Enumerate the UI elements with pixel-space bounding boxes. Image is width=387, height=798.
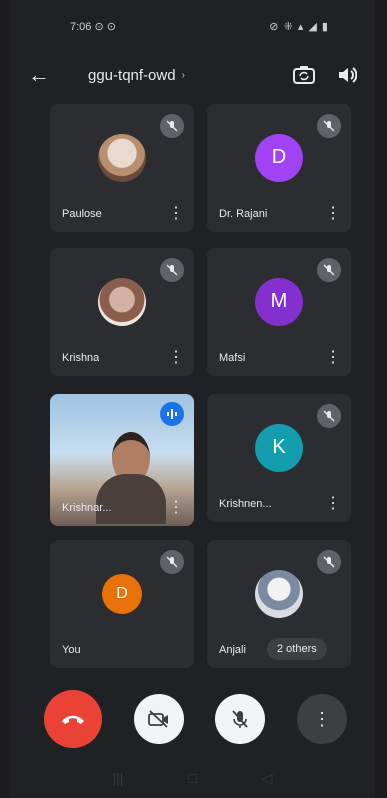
participant-name: Krishnar... — [62, 502, 112, 514]
participant-video-tile[interactable]: Krishnar... ⋮ — [50, 394, 194, 526]
mic-off-icon — [160, 550, 184, 574]
end-call-icon — [62, 715, 84, 724]
avatar — [98, 277, 146, 326]
avatar — [255, 569, 303, 618]
camera-toggle-button[interactable] — [133, 694, 184, 744]
status-icons: ⊘ ⁜ ▴ ◢ ▮ — [269, 20, 329, 33]
participant-name: Paulose — [62, 208, 102, 220]
app-bar: ← ggu-tqnf-owd › — [10, 52, 375, 98]
speaking-icon — [160, 402, 184, 426]
mic-toggle-button[interactable] — [215, 694, 266, 744]
status-bar: 7:06 ⊙ ⊙ ⊘ ⁜ ▴ ◢ ▮ — [10, 0, 375, 52]
speaker-icon[interactable] — [337, 66, 357, 84]
mic-off-icon — [317, 114, 341, 138]
avatar-initial: D — [255, 133, 303, 182]
participant-name: Anjali — [219, 644, 246, 656]
more-vert-icon[interactable]: ⋮ — [168, 500, 184, 516]
call-controls: ⋮ — [10, 686, 375, 752]
participant-name: Dr. Rajani — [219, 208, 268, 220]
participant-tile[interactable]: M Mafsi ⋮ — [207, 248, 351, 376]
participant-tile[interactable]: D Dr. Rajani ⋮ — [207, 104, 351, 232]
recent-apps-icon[interactable]: ||| — [112, 770, 123, 786]
mic-off-icon — [232, 710, 248, 728]
system-nav-bar: ||| □ ◁ — [10, 758, 375, 798]
status-time: 7:06 ⊙ ⊙ — [70, 20, 116, 33]
back-icon[interactable]: ◁ — [262, 770, 273, 787]
more-options-button[interactable]: ⋮ — [296, 694, 347, 744]
end-call-button[interactable] — [44, 690, 102, 748]
participant-tile[interactable]: K Krishnen... ⋮ — [207, 394, 351, 522]
avatar-initial: D — [102, 573, 142, 614]
self-tile[interactable]: D You — [50, 540, 194, 668]
mic-off-icon — [317, 550, 341, 574]
more-vert-icon[interactable]: ⋮ — [168, 206, 184, 222]
more-vert-icon[interactable]: ⋮ — [168, 350, 184, 366]
participant-name: Krishna — [62, 352, 100, 364]
mic-off-icon — [317, 258, 341, 282]
meeting-code-button[interactable]: ggu-tqnf-owd › — [88, 67, 185, 84]
participant-name: Krishnen... — [219, 498, 272, 510]
arrow-left-icon[interactable]: ← — [28, 62, 58, 88]
meeting-code: ggu-tqnf-owd — [88, 66, 176, 84]
avatar — [98, 133, 146, 182]
participant-tile[interactable]: Anjali 2 others — [207, 540, 351, 668]
more-vert-icon[interactable]: ⋮ — [325, 350, 341, 366]
meet-call-screen: 7:06 ⊙ ⊙ ⊘ ⁜ ▴ ◢ ▮ ← ggu-tqnf-owd › Paul… — [10, 0, 375, 798]
participant-tile[interactable]: Krishna ⋮ — [50, 248, 194, 376]
mic-off-icon — [160, 114, 184, 138]
participant-tile[interactable]: Paulose ⋮ — [50, 104, 194, 232]
mic-off-icon — [160, 258, 184, 282]
home-icon[interactable]: □ — [188, 770, 196, 786]
camera-off-icon — [147, 710, 168, 728]
avatar-initial: M — [255, 277, 303, 326]
more-vert-icon: ⋮ — [312, 708, 331, 729]
chevron-right-icon: › — [181, 69, 185, 81]
mic-off-icon — [317, 404, 341, 428]
more-vert-icon[interactable]: ⋮ — [325, 496, 341, 512]
more-vert-icon[interactable]: ⋮ — [325, 206, 341, 222]
others-count-badge[interactable]: 2 others — [267, 638, 327, 660]
avatar-initial: K — [255, 423, 303, 472]
participant-name: You — [62, 644, 81, 656]
switch-camera-icon[interactable] — [293, 66, 315, 84]
participant-name: Mafsi — [219, 352, 246, 364]
